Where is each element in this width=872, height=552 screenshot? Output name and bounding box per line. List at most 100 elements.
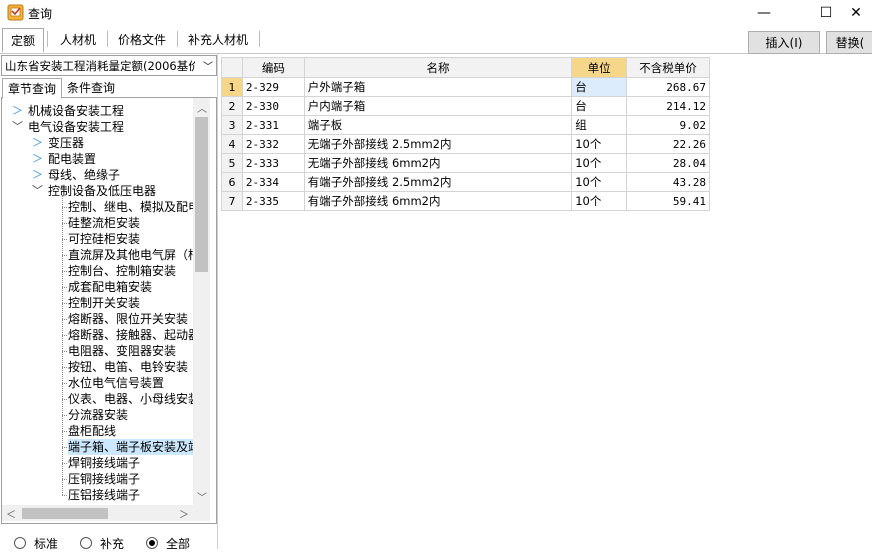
table-row[interactable]: 3 2-331 端子板组 9.02 <box>221 115 710 135</box>
tree-item-label: 盘柜配线 <box>68 424 117 438</box>
quota-set-select[interactable]: 山东省安装工程消耗量定额(2006基价) ﹀ <box>1 55 217 76</box>
unit-cell[interactable]: 台 <box>571 96 628 116</box>
chevron-down-icon[interactable]: ﹀ <box>12 119 23 135</box>
quota-set-value: 山东省安装工程消耗量定额(2006基价) <box>5 59 195 73</box>
name-cell[interactable]: 无端子外部接线 2.5mm2内 <box>303 134 573 154</box>
name-cell[interactable]: 端子板 <box>303 115 573 135</box>
tab-labor-material-machine[interactable]: 人材机 <box>52 28 104 50</box>
table-header-row: 编码 名称 单位 不含税单价 <box>221 57 710 78</box>
unit-cell[interactable]: 组 <box>571 115 628 135</box>
tree-connector <box>62 495 67 496</box>
tab-separator <box>177 31 178 47</box>
quota-table: 编码 名称 单位 不含税单价 1 2-329 户外端子箱台 268.67 2 2-330 户… <box>221 57 710 211</box>
close-button[interactable]: ✕ <box>834 0 872 26</box>
scroll-left-icon[interactable]: ＜ <box>6 506 16 521</box>
chevron-right-icon[interactable]: ＞ <box>32 135 43 151</box>
column-header-unit[interactable]: 单位 <box>571 57 628 78</box>
tab-separator <box>259 31 260 47</box>
tree-vertical-scroll-thumb[interactable] <box>195 117 208 272</box>
unit-cell[interactable]: 台 <box>571 77 628 97</box>
code-cell[interactable]: 2-332 <box>241 134 305 154</box>
tree-item-label: 控制设备及低压电器 <box>48 184 157 198</box>
table-row[interactable]: 6 2-334 有端子外部接线 2.5mm2内 10个 43.28 <box>221 172 710 192</box>
code-cell[interactable]: 2-329 <box>241 77 305 97</box>
scroll-down-icon[interactable]: ﹀ <box>197 489 207 504</box>
chevron-right-icon[interactable]: ＞ <box>12 103 23 119</box>
name-cell[interactable]: 户内端子箱 <box>303 96 573 116</box>
tab-quota[interactable]: 定额 <box>2 28 44 53</box>
radio-all-indicator[interactable] <box>146 537 159 549</box>
minimize-button[interactable]: — <box>742 0 786 26</box>
radio-supplement-indicator[interactable] <box>80 537 93 549</box>
scroll-right-icon[interactable]: ＞ <box>179 506 189 521</box>
tree-item-label: 水位电气信号装置 <box>68 376 165 390</box>
row-number-cell[interactable]: 5 <box>221 153 243 173</box>
replace-button[interactable]: 替换( <box>826 31 872 54</box>
tree-item-label: 控制台、控制箱安装 <box>68 264 177 278</box>
table-row[interactable]: 4 2-332 无端子外部接线 2.5mm2内 10个 22.26 <box>221 134 710 154</box>
price-cell[interactable]: 214.12 <box>626 96 710 116</box>
price-cell[interactable]: 28.04 <box>626 153 710 173</box>
row-number-cell[interactable]: 1 <box>221 77 243 97</box>
code-cell[interactable]: 2-335 <box>241 191 305 211</box>
table-row[interactable]: 2 2-330 户内端子箱台 214.12 <box>221 96 710 116</box>
unit-cell[interactable]: 10个 <box>571 191 628 211</box>
tree-item-label: 控制开关安装 <box>68 296 141 310</box>
price-cell[interactable]: 9.02 <box>626 115 710 135</box>
tree-item-label: 按钮、电笛、电铃安装 <box>68 360 189 374</box>
tree-item-label: 压铝接线端子 <box>68 488 141 502</box>
subtab-condition-search[interactable]: 条件查询 <box>62 78 120 97</box>
tab-price-file[interactable]: 价格文件 <box>111 28 173 50</box>
row-number-cell[interactable]: 6 <box>221 172 243 192</box>
tab-supplementary[interactable]: 补充人材机 <box>181 28 255 50</box>
column-header-price[interactable]: 不含税单价 <box>626 57 710 78</box>
price-cell[interactable]: 22.26 <box>626 134 710 154</box>
code-cell[interactable]: 2-333 <box>241 153 305 173</box>
tree-item-label: 可控硅柜安装 <box>68 232 141 246</box>
unit-cell[interactable]: 10个 <box>571 172 628 192</box>
chevron-down-icon[interactable]: ﹀ <box>32 183 43 199</box>
tree-item-label: 变压器 <box>48 136 85 150</box>
chevron-right-icon[interactable]: ＞ <box>32 151 43 167</box>
insert-button[interactable]: 插入(I) <box>748 31 820 54</box>
tab-bar-border <box>0 53 872 54</box>
tree-connector <box>62 195 63 495</box>
radio-standard-indicator[interactable] <box>14 537 26 549</box>
code-cell[interactable]: 2-334 <box>241 172 305 192</box>
chevron-right-icon[interactable]: ＞ <box>32 167 43 183</box>
tree-item-label: 焊铜接线端子 <box>68 456 141 470</box>
code-cell[interactable]: 2-331 <box>241 115 305 135</box>
scroll-up-icon[interactable]: ︿ <box>197 100 207 115</box>
tree-item-label: 仪表、电器、小母线安装 <box>68 392 201 406</box>
price-cell[interactable]: 268.67 <box>626 77 710 97</box>
scrollbar-corner <box>193 505 210 521</box>
row-number-cell[interactable]: 7 <box>221 191 243 211</box>
name-cell[interactable]: 无端子外部接线 6mm2内 <box>303 153 573 173</box>
row-number-cell[interactable]: 3 <box>221 115 243 135</box>
chevron-down-icon: ﹀ <box>203 62 213 73</box>
price-cell[interactable]: 59.41 <box>626 191 710 211</box>
row-number-cell[interactable]: 4 <box>221 134 243 154</box>
panel-splitter[interactable] <box>217 54 218 549</box>
table-row[interactable]: 7 2-335 有端子外部接线 6mm2内 10个 59.41 <box>221 191 710 211</box>
row-number-cell[interactable]: 2 <box>221 96 243 116</box>
unit-cell[interactable]: 10个 <box>571 134 628 154</box>
name-cell[interactable]: 有端子外部接线 6mm2内 <box>303 191 573 211</box>
chapter-tree: ＞机械设备安装工程 ﹀ 电气设备安装工程＞变压器＞配电装置＞母线、绝缘子 ﹀ 控制设备及… <box>1 97 217 524</box>
tree-item-label: 分流器安装 <box>68 408 129 422</box>
code-cell[interactable]: 2-330 <box>241 96 305 116</box>
column-header-code[interactable]: 编码 <box>241 57 305 78</box>
table-row[interactable]: 5 2-333 无端子外部接线 6mm2内 10个 28.04 <box>221 153 710 173</box>
subtab-chapter-search[interactable]: 章节查询 <box>2 78 62 99</box>
name-cell[interactable]: 有端子外部接线 2.5mm2内 <box>303 172 573 192</box>
table-row[interactable]: 1 2-329 户外端子箱台 268.67 <box>221 77 710 97</box>
tree-horizontal-scroll-thumb[interactable] <box>22 508 108 519</box>
tree-item-label: 直流屏及其他电气屏（柜 <box>68 248 201 262</box>
tab-separator <box>107 31 108 47</box>
price-cell[interactable]: 43.28 <box>626 172 710 192</box>
app-icon <box>7 4 24 21</box>
unit-cell[interactable]: 10个 <box>571 153 628 173</box>
tree-item-label: 电阻器、变阻器安装 <box>68 344 177 358</box>
column-header-name[interactable]: 名称 <box>303 57 573 78</box>
name-cell[interactable]: 户外端子箱 <box>303 77 573 97</box>
